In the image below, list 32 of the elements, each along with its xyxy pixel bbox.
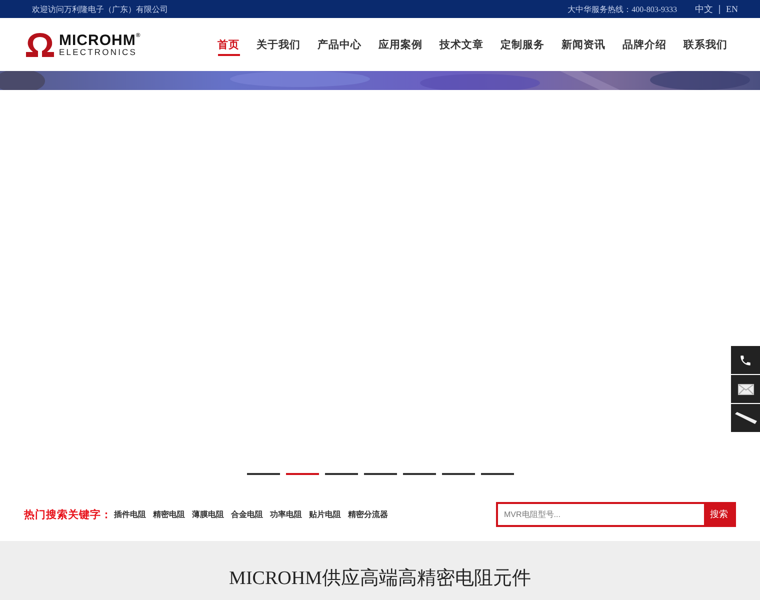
keyword-link[interactable]: 精密电阻 (153, 509, 185, 520)
nav-item[interactable]: 品牌介绍 (614, 18, 675, 71)
side-tool-button[interactable] (731, 375, 760, 403)
section-title: MICROHM供应高端高精密电阻元件 (229, 569, 531, 591)
keyword-link[interactable]: 功率电阻 (270, 509, 302, 520)
hotline-text: 大中华服务热线：400-803-9333 (568, 4, 677, 14)
keyword-link[interactable]: 插件电阻 (114, 509, 146, 520)
phone-icon (739, 354, 752, 366)
search-button[interactable]: 搜索 (704, 504, 734, 525)
nav-item[interactable]: 联系我们 (675, 18, 736, 71)
nav-item[interactable]: 技术文章 (431, 18, 492, 71)
logo-icon (24, 32, 56, 58)
nav-item[interactable]: 关于我们 (248, 18, 309, 71)
nav-item[interactable]: 新闻资讯 (553, 18, 614, 71)
logo-subtitle: ELECTRONICS (59, 48, 138, 56)
side-tool-button[interactable] (731, 404, 760, 432)
keyword-link[interactable]: 合金电阻 (231, 509, 263, 520)
envelope-icon (738, 384, 754, 394)
nav-item[interactable]: 定制服务 (492, 18, 553, 71)
language-link[interactable]: 中文 (695, 2, 713, 16)
keyword-link[interactable]: 精密分流器 (348, 509, 388, 520)
welcome-text: 欢迎访问万利隆电子（广东）有限公司 (32, 4, 168, 14)
nav-item[interactable]: 首页 (209, 18, 248, 71)
keyword-link[interactable]: 贴片电阻 (309, 509, 341, 520)
language-link[interactable]: EN (726, 4, 738, 14)
side-tool-button[interactable] (731, 346, 760, 374)
slanted-bar-icon (734, 411, 758, 425)
hot-search-label: 热门搜索关键字： (24, 508, 112, 522)
nav-item[interactable]: 应用案例 (370, 18, 431, 71)
keyword-link[interactable]: 薄膜电阻 (192, 509, 224, 520)
search-field[interactable]: MVR电阻型号... 搜索 (496, 502, 736, 527)
nav-item[interactable]: 产品中心 (309, 18, 370, 71)
